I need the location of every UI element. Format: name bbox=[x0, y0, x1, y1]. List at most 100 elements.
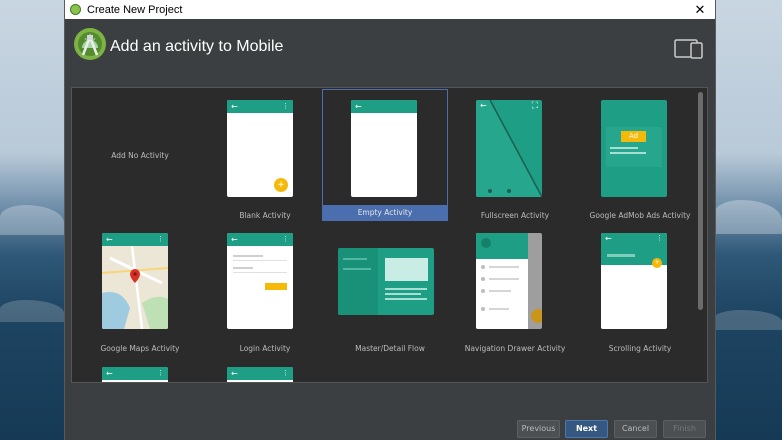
activity-tile-navigation-drawer-activity[interactable]: Navigation Drawer Activity bbox=[452, 224, 578, 356]
close-icon[interactable]: ✕ bbox=[685, 0, 715, 19]
back-arrow-icon: ← bbox=[106, 369, 113, 378]
wave bbox=[714, 310, 782, 330]
ad-card: Ad bbox=[606, 127, 662, 167]
scrolling-activity-preview: ← ⋮ + bbox=[601, 233, 667, 329]
activity-tile-scrolling-activity[interactable]: ← ⋮ + Scrolling Activity bbox=[577, 224, 703, 356]
activity-label: Login Activity bbox=[239, 344, 291, 353]
app-bar: ← ⋮ bbox=[102, 367, 168, 380]
back-arrow-icon: ← bbox=[480, 101, 487, 110]
nav-dot-icon bbox=[488, 189, 492, 193]
title-bar: Create New Project ✕ bbox=[65, 0, 715, 19]
detail-image bbox=[385, 258, 428, 281]
activity-label: Blank Activity bbox=[239, 211, 291, 220]
text-line bbox=[610, 147, 638, 149]
desktop-background-left bbox=[0, 0, 64, 440]
toolbar-title-line bbox=[607, 254, 635, 257]
dialog-footer: Previous Next Cancel Finish bbox=[65, 413, 715, 440]
master-detail-preview bbox=[338, 248, 434, 315]
drawer-panel bbox=[476, 233, 528, 329]
app-bar: ← ⋮ bbox=[227, 100, 293, 113]
menu-line bbox=[489, 290, 511, 292]
fullscreen-icon: ⛶ bbox=[531, 101, 538, 111]
master-pane bbox=[338, 248, 378, 315]
text-line bbox=[610, 152, 646, 154]
menu-icon bbox=[481, 265, 485, 269]
fab-plus-icon: + bbox=[274, 178, 288, 192]
overflow-menu-icon: ⋮ bbox=[282, 102, 289, 110]
fab-plus-icon: + bbox=[652, 258, 662, 268]
list-line bbox=[343, 268, 371, 270]
detail-line bbox=[385, 288, 427, 290]
back-arrow-icon: ← bbox=[106, 235, 113, 244]
blank-activity-preview: ← ⋮ + bbox=[227, 100, 293, 197]
android-studio-logo-icon bbox=[74, 28, 106, 60]
previous-button[interactable]: Previous bbox=[517, 420, 560, 438]
back-arrow-icon: ← bbox=[231, 235, 238, 244]
nav-dot-icon bbox=[507, 189, 511, 193]
detail-line bbox=[385, 293, 421, 295]
activity-tile-google-maps-activity[interactable]: ← ⋮ Google Maps Activity bbox=[77, 224, 203, 356]
activity-tile-empty-activity[interactable]: ← Empty Activity bbox=[322, 89, 448, 221]
list-line bbox=[343, 258, 367, 260]
menu-line bbox=[489, 308, 509, 310]
wave bbox=[714, 200, 782, 234]
detail-line bbox=[385, 298, 427, 300]
overflow-menu-icon: ⋮ bbox=[157, 235, 164, 243]
activity-tile-add-no-activity[interactable]: Add No Activity bbox=[77, 91, 203, 223]
phone-tablet-icon bbox=[674, 39, 703, 59]
desktop-background-right bbox=[714, 0, 782, 440]
activity-tile-blank-activity[interactable]: ← ⋮ + Blank Activity bbox=[202, 91, 328, 223]
field-underline bbox=[233, 260, 287, 261]
activity-preview-partial[interactable]: ← ⋮ bbox=[227, 367, 293, 382]
create-project-dialog: Create New Project ✕ Add an activity to … bbox=[64, 0, 716, 440]
activity-tile-fullscreen-activity[interactable]: ← ⛶ Fullscreen Activity bbox=[452, 91, 578, 223]
menu-line bbox=[489, 278, 519, 280]
avatar bbox=[481, 238, 491, 248]
finish-button[interactable]: Finish bbox=[663, 420, 706, 438]
activity-label: Google AdMob Ads Activity bbox=[589, 211, 691, 220]
activity-gallery: Add No Activity ← ⋮ + Blank Activity ← Em… bbox=[71, 87, 708, 383]
activity-label: Scrolling Activity bbox=[608, 344, 672, 353]
empty-activity-preview: ← bbox=[351, 100, 417, 197]
back-arrow-icon: ← bbox=[231, 369, 238, 378]
page-title: Add an activity to Mobile bbox=[110, 38, 284, 55]
dialog-header: Add an activity to Mobile bbox=[65, 19, 715, 81]
activity-tile-master-detail-flow[interactable]: Master/Detail Flow bbox=[327, 224, 453, 356]
activity-preview-partial[interactable]: ← ⋮ bbox=[102, 367, 168, 382]
activity-label: Empty Activity bbox=[323, 205, 447, 220]
activity-label: Fullscreen Activity bbox=[480, 211, 550, 220]
overflow-menu-icon: ⋮ bbox=[282, 235, 289, 243]
navigation-drawer-preview bbox=[476, 233, 542, 329]
email-field-line bbox=[233, 255, 263, 257]
activity-label: Add No Activity bbox=[111, 151, 169, 160]
overflow-menu-icon: ⋮ bbox=[157, 369, 164, 377]
android-studio-icon bbox=[70, 4, 81, 15]
back-arrow-icon: ← bbox=[231, 102, 238, 111]
window-title: Create New Project bbox=[87, 3, 183, 16]
overflow-menu-icon: ⋮ bbox=[656, 234, 663, 242]
password-field-line bbox=[233, 267, 253, 269]
app-bar: ← ⋮ bbox=[227, 233, 293, 246]
next-button[interactable]: Next bbox=[565, 420, 608, 438]
app-bar: ← ⋮ bbox=[227, 367, 293, 380]
activity-tile-google-admob-ads-activity[interactable]: Ad Google AdMob Ads Activity bbox=[577, 91, 703, 223]
login-activity-preview: ← ⋮ bbox=[227, 233, 293, 329]
map-pin-icon bbox=[130, 269, 140, 283]
fab-icon bbox=[531, 309, 542, 323]
diagonal-divider bbox=[476, 100, 542, 197]
activity-label: Master/Detail Flow bbox=[355, 344, 425, 353]
activity-tile-login-activity[interactable]: ← ⋮ Login Activity bbox=[202, 224, 328, 356]
back-arrow-icon: ← bbox=[605, 234, 612, 243]
overflow-menu-icon: ⋮ bbox=[282, 369, 289, 377]
fullscreen-activity-preview: ← ⛶ bbox=[476, 100, 542, 197]
field-underline bbox=[233, 272, 287, 273]
app-bar: ← ⋮ bbox=[102, 233, 168, 246]
cancel-button[interactable]: Cancel bbox=[614, 420, 657, 438]
app-bar: ← bbox=[351, 100, 417, 113]
menu-icon bbox=[481, 289, 485, 293]
menu-line bbox=[489, 266, 519, 268]
wave bbox=[0, 300, 64, 322]
maps-activity-preview: ← ⋮ bbox=[102, 233, 168, 329]
admob-activity-preview: Ad bbox=[601, 100, 667, 197]
back-arrow-icon: ← bbox=[355, 102, 362, 111]
